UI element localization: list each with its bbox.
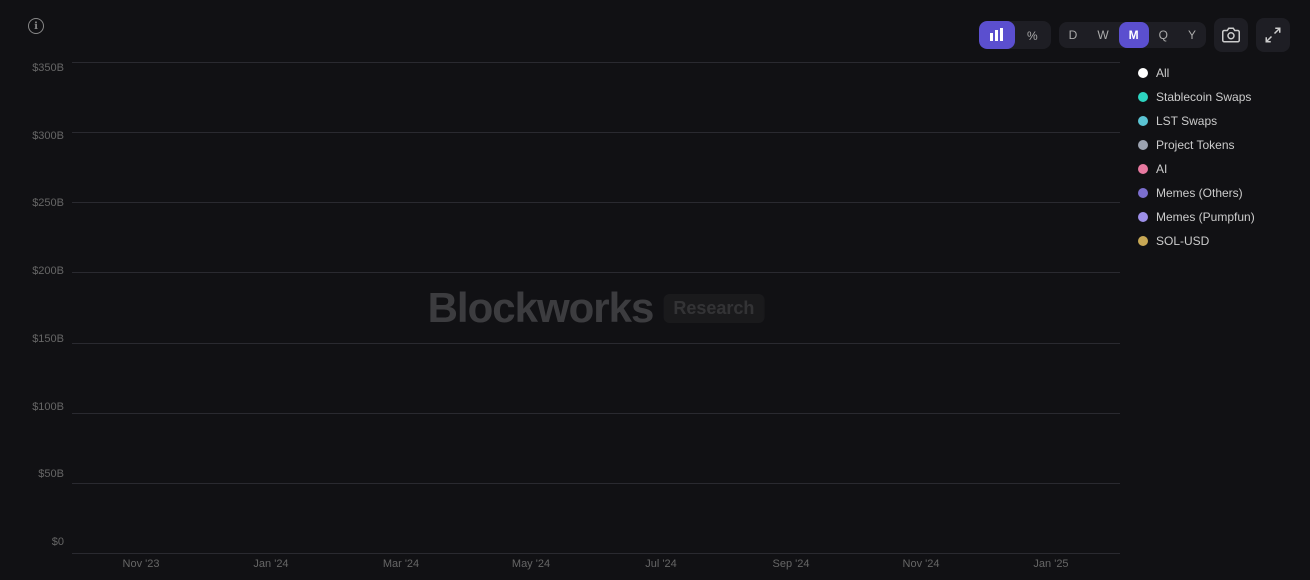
period-q[interactable]: Q — [1149, 22, 1178, 48]
legend-item-6[interactable]: Memes (Pumpfun) — [1138, 210, 1290, 224]
legend-dot-3 — [1138, 140, 1148, 150]
bar-chart-button[interactable] — [979, 21, 1015, 49]
legend: All Stablecoin Swaps LST Swaps Project Toke… — [1120, 62, 1290, 570]
expand-icon — [1264, 26, 1282, 44]
legend-label-3: Project Tokens — [1156, 138, 1235, 152]
legend-label-5: Memes (Others) — [1156, 186, 1243, 200]
controls-bar: % D W M Q Y — [979, 18, 1290, 52]
y-label-150: $150B — [20, 333, 64, 345]
x-label-6: Nov '24 — [856, 558, 986, 570]
bars-container — [72, 62, 1120, 554]
camera-button[interactable] — [1214, 18, 1248, 52]
period-d[interactable]: D — [1059, 22, 1088, 48]
x-label-0: Nov '23 — [76, 558, 206, 570]
chart-inner: Blockworks Research Nov '23Jan '24Mar '2… — [72, 62, 1120, 570]
x-label-5: Sep '24 — [726, 558, 856, 570]
legend-dot-1 — [1138, 92, 1148, 102]
grid-and-bars: Blockworks Research — [72, 62, 1120, 554]
legend-label-2: LST Swaps — [1156, 114, 1217, 128]
legend-item-2[interactable]: LST Swaps — [1138, 114, 1290, 128]
period-m[interactable]: M — [1119, 22, 1149, 48]
legend-item-3[interactable]: Project Tokens — [1138, 138, 1290, 152]
legend-dot-5 — [1138, 188, 1148, 198]
x-label-3: May '24 — [466, 558, 596, 570]
chart-and-legend: Blockworks Research Nov '23Jan '24Mar '2… — [72, 62, 1290, 570]
legend-item-5[interactable]: Memes (Others) — [1138, 186, 1290, 200]
legend-item-7[interactable]: SOL-USD — [1138, 234, 1290, 248]
legend-dot-7 — [1138, 236, 1148, 246]
y-label-50: $50B — [20, 468, 64, 480]
legend-label-0: All — [1156, 66, 1169, 80]
chart-type-group: % — [979, 21, 1051, 49]
legend-label-4: AI — [1156, 162, 1167, 176]
period-w[interactable]: W — [1087, 22, 1118, 48]
x-axis: Nov '23Jan '24Mar '24May '24Jul '24Sep '… — [72, 554, 1120, 570]
chart-area: $350B $300B $250B $200B $150B $100B $50B… — [20, 62, 1290, 570]
title-block: ℹ — [20, 18, 44, 38]
y-label-200: $200B — [20, 265, 64, 277]
legend-label-7: SOL-USD — [1156, 234, 1209, 248]
percent-chart-icon: % — [1025, 27, 1041, 43]
period-group: D W M Q Y — [1059, 22, 1206, 48]
percent-chart-button[interactable]: % — [1015, 21, 1051, 49]
bar-chart-icon — [989, 27, 1005, 43]
period-y[interactable]: Y — [1178, 22, 1206, 48]
legend-item-4[interactable]: AI — [1138, 162, 1290, 176]
legend-label-6: Memes (Pumpfun) — [1156, 210, 1255, 224]
y-label-350: $350B — [20, 62, 64, 74]
info-icon[interactable]: ℹ — [28, 18, 44, 34]
x-label-1: Jan '24 — [206, 558, 336, 570]
legend-dot-4 — [1138, 164, 1148, 174]
legend-label-1: Stablecoin Swaps — [1156, 90, 1251, 104]
legend-item-0[interactable]: All — [1138, 66, 1290, 80]
y-label-300: $300B — [20, 130, 64, 142]
legend-dot-0 — [1138, 68, 1148, 78]
legend-dot-2 — [1138, 116, 1148, 126]
legend-item-1[interactable]: Stablecoin Swaps — [1138, 90, 1290, 104]
y-label-100: $100B — [20, 401, 64, 413]
svg-text:%: % — [1027, 29, 1038, 43]
y-label-0: $0 — [20, 536, 64, 548]
legend-dot-6 — [1138, 212, 1148, 222]
x-label-4: Jul '24 — [596, 558, 726, 570]
x-label-7: Jan '25 — [986, 558, 1116, 570]
camera-icon — [1222, 26, 1240, 44]
x-label-2: Mar '24 — [336, 558, 466, 570]
y-label-250: $250B — [20, 197, 64, 209]
y-axis: $350B $300B $250B $200B $150B $100B $50B… — [20, 62, 72, 570]
expand-button[interactable] — [1256, 18, 1290, 52]
